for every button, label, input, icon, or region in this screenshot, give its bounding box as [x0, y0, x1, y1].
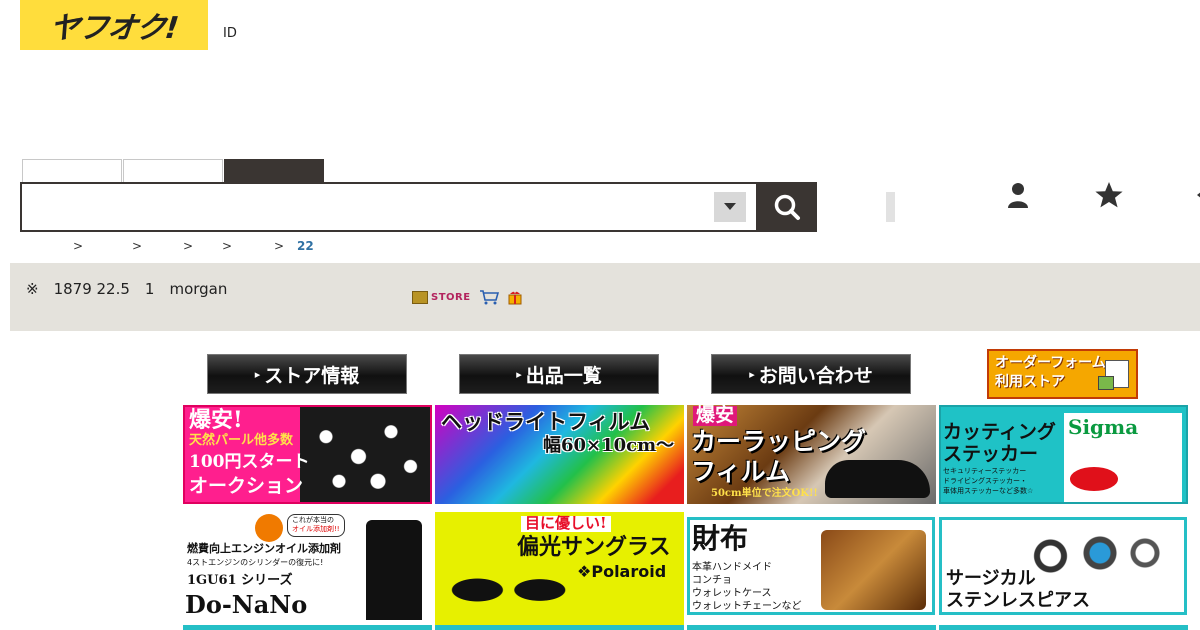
banner-pearl-auction[interactable]: 爆安! 天然パール他多数 100円スタート オークション — [183, 405, 432, 504]
search-input[interactable] — [30, 192, 710, 222]
banner-sub: ウォレットケース — [692, 588, 772, 599]
person-icon — [1008, 183, 1028, 208]
sigma-sticker: Sigma — [1068, 415, 1139, 439]
arrow-right-icon: ▸ — [516, 367, 522, 381]
cart-icon[interactable] — [479, 289, 499, 305]
banner-title: 財布 — [692, 522, 749, 555]
banner-row3-2[interactable] — [435, 625, 684, 630]
banner-sub: 車体用ステッカーなど多数☆ — [943, 487, 1034, 495]
bell-icon — [1197, 192, 1200, 198]
breadcrumb-current[interactable]: 22 — [297, 239, 314, 253]
banner-sub: セキュリティーステッカー — [943, 467, 1027, 475]
lips-sticker — [1070, 467, 1118, 491]
banner-title: 偏光サングラス — [517, 534, 671, 560]
banner-cutting-sticker[interactable]: Sigma カッティング ステッカー セキュリティーステッカー ドライビングステ… — [939, 405, 1188, 504]
car-image — [825, 460, 930, 498]
breadcrumb-separator: > — [222, 239, 233, 253]
banner-sunglasses[interactable]: 目に優しい! 偏光サングラス ❖Polaroid — [435, 512, 684, 625]
logo-text: ヤフオク! — [47, 11, 180, 46]
store-badge[interactable]: STORE — [412, 290, 471, 304]
banner-line: オークション — [189, 475, 304, 497]
listings-label: 出品一覧 — [525, 364, 602, 387]
search-tab-3[interactable] — [224, 159, 324, 183]
banner-line: 4ストエンジンのシリンダーの復元に! — [187, 558, 324, 567]
banner-title: ステッカー — [943, 443, 1039, 465]
banner-title: 爆安! — [189, 407, 243, 433]
contact-button[interactable]: ▸ お問い合わせ — [711, 354, 911, 394]
store-info-text: ※ 1879 22.5 1 morgan — [26, 280, 228, 298]
listings-button[interactable]: ▸ 出品一覧 — [459, 354, 659, 394]
product-name: Do-NaNo — [185, 590, 308, 619]
banner-line: フィルム — [691, 457, 791, 486]
search-button[interactable] — [756, 182, 817, 232]
wallet-image — [821, 530, 926, 610]
breadcrumb-separator: > — [183, 239, 194, 253]
banner-sub: コンチョ — [692, 575, 732, 586]
banner-title: カッティング — [943, 421, 1056, 443]
banner-wallet[interactable]: 財布 本革ハンドメイド コンチョ ウォレットケース ウォレットチェーンなど — [687, 517, 935, 615]
sticker-image: Sigma — [1064, 413, 1182, 502]
breadcrumb-separator: > — [73, 239, 84, 253]
bottle-image — [366, 520, 422, 620]
arrow-right-icon: ▸ — [254, 367, 261, 381]
banner-row3-4[interactable] — [939, 625, 1188, 630]
banner-line: 燃費向上エンジンオイル添加剤 — [187, 542, 341, 555]
banner-line: 100円スタート — [189, 452, 310, 472]
store-info-button[interactable]: ▸ ストア情報 — [207, 354, 407, 394]
triangle-down-icon — [724, 203, 736, 210]
banner-line: カーラッピング — [691, 427, 867, 456]
store-info-label: ストア情報 — [264, 364, 360, 387]
order-form-icon — [1098, 360, 1129, 390]
search-box — [20, 182, 757, 232]
banner-title: ステンレスピアス — [946, 590, 1090, 611]
store-badge-text: STORE — [431, 291, 471, 303]
arrow-right-icon: ▸ — [749, 367, 755, 381]
banner-subtitle: 天然パール他多数 — [189, 433, 294, 448]
banner-row3-3[interactable] — [687, 625, 936, 630]
contact-label: お問い合わせ — [758, 364, 873, 387]
order-form-button[interactable]: オーダーフォーム 利用ストア — [987, 349, 1138, 399]
search-tab-2[interactable] — [123, 159, 223, 183]
banner-row3-1[interactable] — [183, 625, 432, 630]
banner-line: 1GU61 シリーズ — [187, 573, 293, 588]
breadcrumb-separator: > — [274, 239, 285, 253]
search-tab-1[interactable] — [22, 159, 122, 183]
banner-note: 50cm単位で注文OK!! — [711, 488, 818, 499]
banner-title: ヘッドライトフィルム — [441, 409, 651, 434]
pearls-image — [300, 407, 430, 502]
banner-title: サージカル — [946, 568, 1036, 589]
store-badge-icon — [412, 290, 428, 304]
store-info-bar: ※ 1879 22.5 1 morgan STORE — [10, 263, 1200, 331]
search-icon — [774, 194, 800, 220]
search-tabs — [22, 159, 325, 183]
polaroid-logo: ❖Polaroid — [577, 562, 667, 581]
banner-sub: 本革ハンドメイド — [692, 562, 772, 573]
notification-button[interactable] — [1184, 180, 1200, 210]
my-auction-button[interactable] — [1003, 180, 1033, 210]
id-link[interactable]: ID — [223, 26, 237, 41]
gift-icon[interactable] — [507, 289, 523, 305]
header-notice — [886, 192, 895, 222]
watchlist-button[interactable] — [1094, 180, 1124, 210]
auction-store-page: ヤフオク! ID > > > > > 22 ※ 1879 22.5 1 morg… — [0, 0, 1200, 630]
breadcrumb: > > > > > 22 — [20, 239, 420, 255]
banner-car-wrapping[interactable]: 爆安 カーラッピング フィルム 50cm単位で注文OK!! — [687, 405, 936, 504]
banner-oil-additive[interactable]: これが本当の オイル添加剤!! 燃費向上エンジンオイル添加剤 4ストエンジンのシ… — [183, 512, 432, 625]
store-mini-icons: STORE — [412, 289, 523, 305]
pumpkin-icon — [255, 514, 283, 542]
banner-sub: ドライビングステッカー・ — [943, 477, 1027, 485]
banner-subtitle: 幅60×10cm〜 — [543, 435, 675, 456]
yahuoku-logo[interactable]: ヤフオク! — [20, 0, 208, 50]
banner-line: 目に優しい! — [521, 515, 611, 532]
banner-title: 爆安 — [693, 405, 738, 426]
banner-headlight-film[interactable]: ヘッドライトフィルム 幅60×10cm〜 — [435, 405, 684, 504]
speech-line: オイル添加剤!! — [292, 525, 340, 534]
banner-sub: ウォレットチェーンなど — [692, 601, 802, 612]
star-icon — [1095, 182, 1123, 208]
piercings-image — [1028, 526, 1178, 586]
speech-bubble: これが本当の オイル添加剤!! — [287, 514, 345, 537]
breadcrumb-separator: > — [132, 239, 143, 253]
banner-piercings[interactable]: サージカル ステンレスピアス — [939, 517, 1187, 615]
category-dropdown[interactable] — [714, 192, 746, 222]
